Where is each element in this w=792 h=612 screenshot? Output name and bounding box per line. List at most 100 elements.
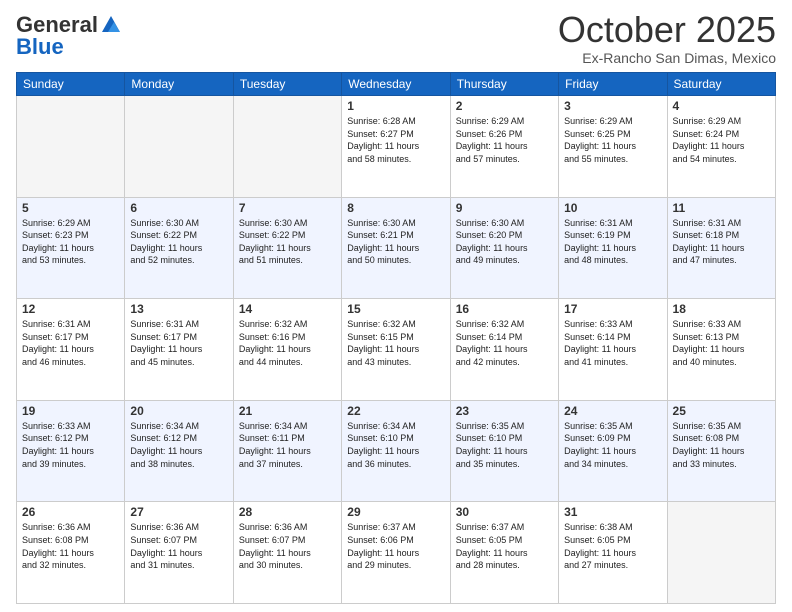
- calendar-week-row: 19Sunrise: 6:33 AM Sunset: 6:12 PM Dayli…: [17, 400, 776, 502]
- day-info: Sunrise: 6:36 AM Sunset: 6:07 PM Dayligh…: [130, 521, 227, 571]
- day-info: Sunrise: 6:34 AM Sunset: 6:11 PM Dayligh…: [239, 420, 336, 470]
- table-cell: 9 Sunrise: 6:30 AM Sunset: 6:20 PM Daylig…: [450, 197, 558, 299]
- table-cell: 16 Sunrise: 6:32 AM Sunset: 6:14 PM Dayli…: [450, 299, 558, 401]
- calendar-week-row: 1 Sunrise: 6:28 AM Sunset: 6:27 PM Daylig…: [17, 96, 776, 198]
- table-cell: 6 Sunrise: 6:30 AM Sunset: 6:22 PM Daylig…: [125, 197, 233, 299]
- col-wednesday: Wednesday: [342, 73, 450, 96]
- day-info: Sunrise: 6:34 AM Sunset: 6:12 PM Dayligh…: [130, 420, 227, 470]
- table-cell: 12 Sunrise: 6:31 AM Sunset: 6:17 PM Dayli…: [17, 299, 125, 401]
- table-cell: 10 Sunrise: 6:31 AM Sunset: 6:19 PM Dayli…: [559, 197, 667, 299]
- day-number: 21: [239, 404, 336, 418]
- day-number: 25: [673, 404, 770, 418]
- header: General Blue October 2025 Ex-Rancho San …: [16, 12, 776, 66]
- day-info: Sunrise: 6:30 AM Sunset: 6:22 PM Dayligh…: [239, 217, 336, 267]
- day-info: Sunrise: 6:30 AM Sunset: 6:21 PM Dayligh…: [347, 217, 444, 267]
- day-number: 14: [239, 302, 336, 316]
- day-number: 6: [130, 201, 227, 215]
- table-cell: 20 Sunrise: 6:34 AM Sunset: 6:12 PM Dayli…: [125, 400, 233, 502]
- day-info: Sunrise: 6:32 AM Sunset: 6:16 PM Dayligh…: [239, 318, 336, 368]
- table-cell: 17 Sunrise: 6:33 AM Sunset: 6:14 PM Dayli…: [559, 299, 667, 401]
- day-number: 31: [564, 505, 661, 519]
- table-cell: [17, 96, 125, 198]
- table-cell: 2Sunrise: 6:29 AM Sunset: 6:26 PM Daylig…: [450, 96, 558, 198]
- table-cell: [233, 96, 341, 198]
- table-cell: 15Sunrise: 6:32 AM Sunset: 6:15 PM Dayli…: [342, 299, 450, 401]
- day-number: 10: [564, 201, 661, 215]
- table-cell: 22 Sunrise: 6:34 AM Sunset: 6:10 PM Dayli…: [342, 400, 450, 502]
- table-cell: 27 Sunrise: 6:36 AM Sunset: 6:07 PM Dayli…: [125, 502, 233, 604]
- day-number: 8: [347, 201, 444, 215]
- table-cell: 4Sunrise: 6:29 AM Sunset: 6:24 PM Daylig…: [667, 96, 775, 198]
- day-number: 12: [22, 302, 119, 316]
- day-info: Sunrise: 6:28 AM Sunset: 6:27 PM Dayligh…: [347, 115, 444, 165]
- col-saturday: Saturday: [667, 73, 775, 96]
- page: General Blue October 2025 Ex-Rancho San …: [0, 0, 792, 612]
- calendar-week-row: 5 Sunrise: 6:29 AM Sunset: 6:23 PM Daylig…: [17, 197, 776, 299]
- day-number: 9: [456, 201, 553, 215]
- day-info: Sunrise: 6:31 AM Sunset: 6:17 PM Dayligh…: [22, 318, 119, 368]
- day-info: Sunrise: 6:35 AM Sunset: 6:09 PM Dayligh…: [564, 420, 661, 470]
- day-number: 17: [564, 302, 661, 316]
- day-number: 5: [22, 201, 119, 215]
- table-cell: [125, 96, 233, 198]
- col-tuesday: Tuesday: [233, 73, 341, 96]
- location: Ex-Rancho San Dimas, Mexico: [558, 50, 776, 66]
- day-info: Sunrise: 6:29 AM Sunset: 6:26 PM Dayligh…: [456, 115, 553, 165]
- table-cell: 13Sunrise: 6:31 AM Sunset: 6:17 PM Dayli…: [125, 299, 233, 401]
- day-info: Sunrise: 6:29 AM Sunset: 6:23 PM Dayligh…: [22, 217, 119, 267]
- day-info: Sunrise: 6:31 AM Sunset: 6:18 PM Dayligh…: [673, 217, 770, 267]
- table-cell: 25 Sunrise: 6:35 AM Sunset: 6:08 PM Dayli…: [667, 400, 775, 502]
- logo-icon: [100, 14, 122, 36]
- day-number: 3: [564, 99, 661, 113]
- table-cell: 23 Sunrise: 6:35 AM Sunset: 6:10 PM Dayli…: [450, 400, 558, 502]
- table-cell: 5 Sunrise: 6:29 AM Sunset: 6:23 PM Daylig…: [17, 197, 125, 299]
- calendar-table: Sunday Monday Tuesday Wednesday Thursday…: [16, 72, 776, 604]
- table-cell: 8 Sunrise: 6:30 AM Sunset: 6:21 PM Daylig…: [342, 197, 450, 299]
- day-info: Sunrise: 6:29 AM Sunset: 6:25 PM Dayligh…: [564, 115, 661, 165]
- day-number: 29: [347, 505, 444, 519]
- table-cell: 24Sunrise: 6:35 AM Sunset: 6:09 PM Dayli…: [559, 400, 667, 502]
- logo: General Blue: [16, 12, 122, 60]
- day-number: 30: [456, 505, 553, 519]
- day-number: 7: [239, 201, 336, 215]
- day-number: 28: [239, 505, 336, 519]
- day-number: 18: [673, 302, 770, 316]
- day-info: Sunrise: 6:34 AM Sunset: 6:10 PM Dayligh…: [347, 420, 444, 470]
- day-info: Sunrise: 6:37 AM Sunset: 6:05 PM Dayligh…: [456, 521, 553, 571]
- day-number: 20: [130, 404, 227, 418]
- day-info: Sunrise: 6:35 AM Sunset: 6:08 PM Dayligh…: [673, 420, 770, 470]
- day-info: Sunrise: 6:31 AM Sunset: 6:19 PM Dayligh…: [564, 217, 661, 267]
- day-info: Sunrise: 6:33 AM Sunset: 6:14 PM Dayligh…: [564, 318, 661, 368]
- calendar-week-row: 12 Sunrise: 6:31 AM Sunset: 6:17 PM Dayli…: [17, 299, 776, 401]
- calendar-week-row: 26Sunrise: 6:36 AM Sunset: 6:08 PM Dayli…: [17, 502, 776, 604]
- day-info: Sunrise: 6:33 AM Sunset: 6:13 PM Dayligh…: [673, 318, 770, 368]
- col-thursday: Thursday: [450, 73, 558, 96]
- day-info: Sunrise: 6:38 AM Sunset: 6:05 PM Dayligh…: [564, 521, 661, 571]
- day-number: 27: [130, 505, 227, 519]
- day-number: 1: [347, 99, 444, 113]
- day-number: 22: [347, 404, 444, 418]
- day-info: Sunrise: 6:32 AM Sunset: 6:14 PM Dayligh…: [456, 318, 553, 368]
- day-info: Sunrise: 6:35 AM Sunset: 6:10 PM Dayligh…: [456, 420, 553, 470]
- table-cell: [667, 502, 775, 604]
- table-cell: 26Sunrise: 6:36 AM Sunset: 6:08 PM Dayli…: [17, 502, 125, 604]
- col-monday: Monday: [125, 73, 233, 96]
- title-block: October 2025 Ex-Rancho San Dimas, Mexico: [558, 12, 776, 66]
- table-cell: 1 Sunrise: 6:28 AM Sunset: 6:27 PM Daylig…: [342, 96, 450, 198]
- table-cell: 19Sunrise: 6:33 AM Sunset: 6:12 PM Dayli…: [17, 400, 125, 502]
- table-cell: 21 Sunrise: 6:34 AM Sunset: 6:11 PM Dayli…: [233, 400, 341, 502]
- day-number: 16: [456, 302, 553, 316]
- day-number: 19: [22, 404, 119, 418]
- table-cell: 18 Sunrise: 6:33 AM Sunset: 6:13 PM Dayli…: [667, 299, 775, 401]
- col-friday: Friday: [559, 73, 667, 96]
- day-info: Sunrise: 6:32 AM Sunset: 6:15 PM Dayligh…: [347, 318, 444, 368]
- table-cell: 11Sunrise: 6:31 AM Sunset: 6:18 PM Dayli…: [667, 197, 775, 299]
- table-cell: 31 Sunrise: 6:38 AM Sunset: 6:05 PM Dayli…: [559, 502, 667, 604]
- col-sunday: Sunday: [17, 73, 125, 96]
- day-info: Sunrise: 6:36 AM Sunset: 6:08 PM Dayligh…: [22, 521, 119, 571]
- table-cell: 7 Sunrise: 6:30 AM Sunset: 6:22 PM Daylig…: [233, 197, 341, 299]
- day-number: 23: [456, 404, 553, 418]
- day-info: Sunrise: 6:36 AM Sunset: 6:07 PM Dayligh…: [239, 521, 336, 571]
- day-info: Sunrise: 6:30 AM Sunset: 6:20 PM Dayligh…: [456, 217, 553, 267]
- day-info: Sunrise: 6:30 AM Sunset: 6:22 PM Dayligh…: [130, 217, 227, 267]
